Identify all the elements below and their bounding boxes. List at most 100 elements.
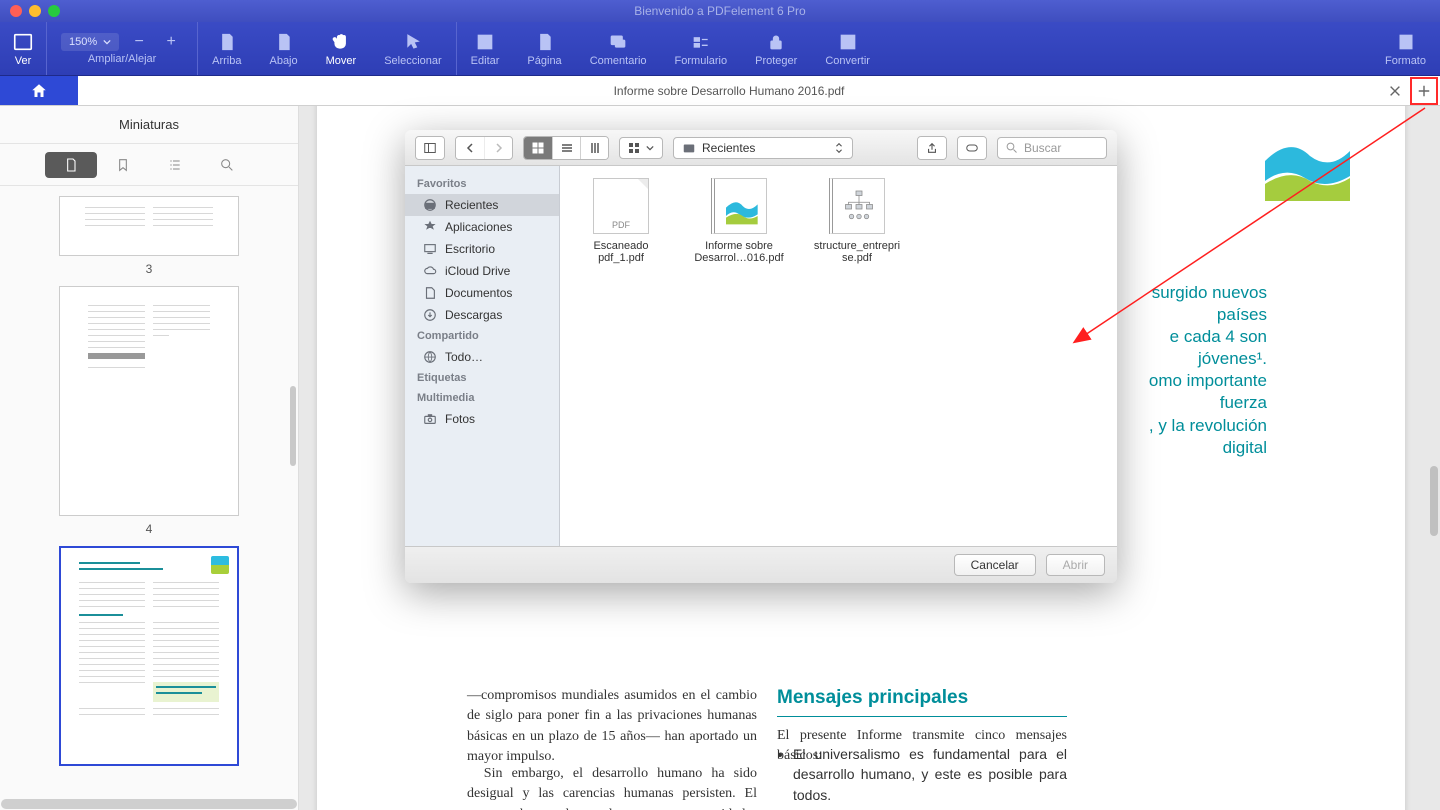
- main-toolbar: Ver 150% − + Ampliar/Alejar Arriba Abajo…: [0, 22, 1440, 76]
- drive-icon: [682, 141, 696, 155]
- download-icon: [423, 308, 437, 322]
- edit-button[interactable]: Editar: [456, 22, 514, 75]
- forward-button[interactable]: [484, 137, 512, 159]
- sidebar-category: Multimedia: [405, 388, 559, 408]
- plus-icon: [1417, 84, 1431, 98]
- zoom-dropdown[interactable]: 150%: [61, 33, 119, 51]
- sidebar-item-photos[interactable]: Fotos: [405, 408, 559, 430]
- file-name: Escaneado: [576, 240, 666, 252]
- zoom-out-button[interactable]: −: [127, 33, 151, 51]
- column-view-button[interactable]: [580, 137, 608, 159]
- sidebar-item-documents[interactable]: Documentos: [405, 282, 559, 304]
- select-tool-button[interactable]: Seleccionar: [370, 22, 455, 75]
- file-grid[interactable]: PDF Escaneado pdf_1.pdf Informe sobre De…: [560, 166, 1117, 546]
- search-field[interactable]: Buscar: [997, 137, 1107, 159]
- zoom-in-button[interactable]: +: [159, 33, 183, 51]
- sidebar-item-recents[interactable]: Recientes: [405, 194, 559, 216]
- sidebar-item-icloud[interactable]: iCloud Drive: [405, 260, 559, 282]
- format-button[interactable]: Formato: [1371, 22, 1440, 75]
- bullet-list: El universalismo es fundamental para el …: [777, 744, 1067, 810]
- file-thumbnail: [711, 178, 767, 234]
- minimize-dot[interactable]: [29, 5, 41, 17]
- share-button[interactable]: [917, 136, 947, 160]
- scrollbar[interactable]: [290, 386, 296, 466]
- camera-icon: [423, 412, 437, 426]
- documents-icon: [423, 286, 437, 300]
- open-button[interactable]: Abrir: [1046, 554, 1105, 576]
- traffic-lights: [0, 5, 60, 17]
- thumbnails-mode-button[interactable]: [45, 152, 97, 178]
- tags-button[interactable]: [957, 136, 987, 160]
- tag-icon: [966, 142, 978, 154]
- icon-view-button[interactable]: [524, 137, 552, 159]
- sidebar-category: Favoritos: [405, 174, 559, 194]
- body-text: Sin embargo, el desarrollo humano ha sid…: [467, 764, 757, 810]
- horizontal-scrollbar[interactable]: [1, 799, 297, 809]
- sidebar-item-desktop[interactable]: Escritorio: [405, 238, 559, 260]
- document-tab[interactable]: Informe sobre Desarrollo Humano 2016.pdf: [78, 84, 1380, 98]
- form-icon: [690, 31, 712, 53]
- convert-icon: [837, 31, 859, 53]
- maximize-dot[interactable]: [48, 5, 60, 17]
- cloud-icon: [423, 264, 437, 278]
- cancel-button[interactable]: Cancelar: [954, 554, 1036, 576]
- chevron-down-icon: [103, 38, 111, 46]
- edit-icon: [474, 31, 496, 53]
- comment-button[interactable]: Comentario: [576, 22, 661, 75]
- comment-icon: [607, 31, 629, 53]
- panel-toolbar: [0, 144, 298, 186]
- sidebar-item-apps[interactable]: Aplicaciones: [405, 216, 559, 238]
- thumbnail[interactable]: 4: [59, 286, 239, 536]
- move-tool-button[interactable]: Mover: [312, 22, 371, 75]
- window-title: Bienvenido a PDFelement 6 Pro: [634, 4, 805, 18]
- outline-mode-button[interactable]: [149, 152, 201, 178]
- home-icon: [30, 82, 48, 100]
- page-up-icon: [216, 31, 238, 53]
- close-icon: [1388, 84, 1402, 98]
- file-item[interactable]: structure_entrepri se.pdf: [812, 178, 902, 264]
- search-mode-button[interactable]: [201, 152, 253, 178]
- close-dot[interactable]: [10, 5, 22, 17]
- arrange-dropdown[interactable]: [619, 137, 663, 159]
- bookmarks-mode-button[interactable]: [97, 152, 149, 178]
- back-button[interactable]: [456, 137, 484, 159]
- page-button[interactable]: Página: [513, 22, 575, 75]
- thumbnails-list[interactable]: 3 4: [0, 186, 298, 810]
- updown-icon: [834, 142, 844, 154]
- location-dropdown[interactable]: Recientes: [673, 137, 853, 159]
- sidebar-category: Compartido: [405, 326, 559, 346]
- lock-icon: [765, 31, 787, 53]
- chevron-left-icon: [464, 142, 476, 154]
- page-icon: [534, 31, 556, 53]
- file-item[interactable]: Informe sobre Desarrol…016.pdf: [694, 178, 784, 264]
- form-button[interactable]: Formulario: [661, 22, 742, 75]
- tab-close-button[interactable]: [1380, 76, 1410, 106]
- protect-button[interactable]: Proteger: [741, 22, 811, 75]
- vertical-scrollbar[interactable]: [1430, 466, 1438, 536]
- thumbnail[interactable]: 3: [59, 196, 239, 276]
- section-heading: Mensajes principales: [777, 684, 1067, 717]
- page-up-button[interactable]: Arriba: [197, 22, 255, 75]
- chevron-right-icon: [493, 142, 505, 154]
- file-item[interactable]: PDF Escaneado pdf_1.pdf: [576, 178, 666, 264]
- info-icon: [1395, 31, 1417, 53]
- thumbnail[interactable]: [59, 546, 239, 766]
- sidebar-item-all[interactable]: Todo…: [405, 346, 559, 368]
- page-down-button[interactable]: Abajo: [255, 22, 311, 75]
- new-tab-button[interactable]: [1410, 77, 1438, 105]
- apps-icon: [423, 220, 437, 234]
- zoom-group: 150% − + Ampliar/Alejar: [46, 22, 197, 75]
- dialog-toolbar: Recientes Buscar: [405, 130, 1117, 166]
- finder-sidebar: Favoritos Recientes Aplicaciones Escrito…: [405, 166, 560, 546]
- list-view-button[interactable]: [552, 137, 580, 159]
- sidebar-item-downloads[interactable]: Descargas: [405, 304, 559, 326]
- convert-button[interactable]: Convertir: [811, 22, 884, 75]
- thumb-number: 4: [59, 522, 239, 536]
- file-thumbnail: [829, 178, 885, 234]
- file-open-dialog: Recientes Buscar Favoritos Recientes Apl…: [405, 130, 1117, 583]
- search-icon: [1006, 142, 1018, 154]
- home-tab[interactable]: [0, 76, 78, 105]
- view-button[interactable]: Ver: [0, 31, 46, 67]
- sidebar-toggle[interactable]: [415, 136, 445, 160]
- title-bar: Bienvenido a PDFelement 6 Pro: [0, 0, 1440, 22]
